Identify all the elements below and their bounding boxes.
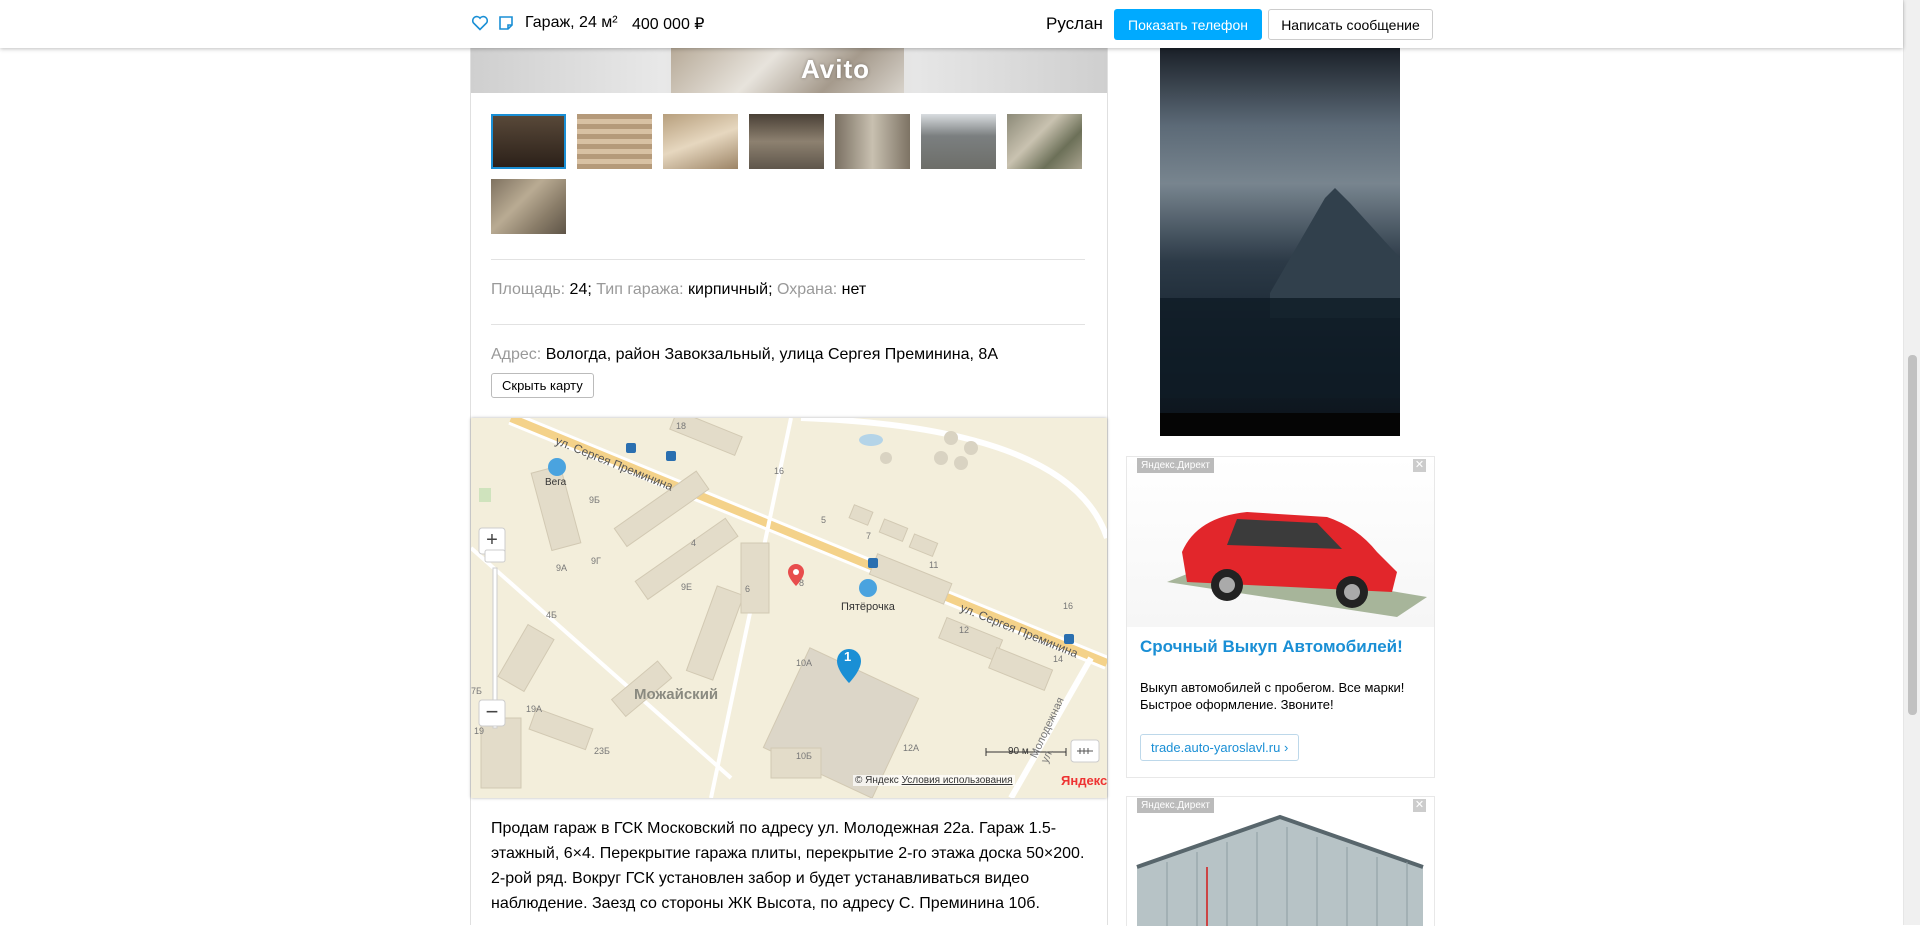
zoom-slider-handle[interactable] <box>484 549 506 563</box>
map-copyright-text: © Яндекс <box>855 775 899 786</box>
red-car-image <box>1167 512 1427 617</box>
show-phone-button[interactable]: Показать телефон <box>1114 9 1262 40</box>
listing-params: Площадь: 24; Тип гаража: кирпичный; Охра… <box>491 281 867 298</box>
map-building-number: 7Б <box>471 686 482 696</box>
yandex-map[interactable]: + − ул. Сергея Преминина ул. Сергея Прем… <box>471 418 1107 798</box>
scrollbar-thumb[interactable] <box>1908 355 1917 715</box>
map-building-number: 12А <box>903 743 920 753</box>
address-value: Вологда, район Завокзальный, улица Серге… <box>545 346 998 363</box>
map-building-number: 9Е <box>681 582 693 592</box>
map-district-label: Можайский <box>634 686 719 703</box>
guard-value: нет <box>841 281 867 298</box>
sticky-header-inner: Гараж, 24 м² 400 000 ₽ Руслан Показать т… <box>471 0 1433 48</box>
yandex-direct-ad[interactable]: Яндекс.Директ ✕ Срочный Выкуп Автомобиле… <box>1126 456 1435 778</box>
close-icon[interactable]: ✕ <box>1413 459 1426 472</box>
map-building-number: 10А <box>796 658 813 668</box>
thumbnail[interactable] <box>921 114 996 169</box>
type-value: кирпичный <box>688 281 769 298</box>
seller-name[interactable]: Руслан <box>1046 14 1103 34</box>
map-building-number: 5 <box>821 515 827 525</box>
map-building-number: 16 <box>774 466 785 476</box>
map-building-number: 19А <box>526 704 543 714</box>
garage-image <box>1136 814 1424 926</box>
divider <box>491 259 1085 260</box>
map-building-number: 14 <box>1053 654 1064 664</box>
area-value: 24 <box>569 281 588 298</box>
map-building-number: 19 <box>474 726 485 736</box>
close-icon[interactable]: ✕ <box>1413 799 1426 812</box>
yandex-direct-ad[interactable]: Яндекс.Директ ✕ <box>1126 796 1435 926</box>
listing-title: Гараж, 24 м² <box>525 14 618 31</box>
favorite-heart-icon[interactable] <box>471 14 489 32</box>
map-building-number: 16 <box>1063 601 1074 611</box>
guard-label: Охрана: <box>776 281 838 298</box>
address-line: Адрес: Вологда, район Завокзальный, улиц… <box>491 346 998 364</box>
map-building-number: 8 <box>799 578 805 588</box>
area-label: Площадь: <box>491 281 566 298</box>
map-building-number: 11 <box>929 560 939 570</box>
map-building-number: 10Б <box>796 751 812 761</box>
video-landscape-illustration <box>1160 188 1400 436</box>
ad-label: Яндекс.Директ <box>1137 798 1214 813</box>
map-building-number: 4 <box>691 538 697 548</box>
svg-text:−: − <box>486 699 499 724</box>
map-building-number: 9Г <box>591 556 601 566</box>
map-cluster-count[interactable]: 1 <box>844 649 851 664</box>
map-poi-label: Вега <box>545 477 567 488</box>
sidebar-video-ad[interactable] <box>1160 48 1400 436</box>
map-building-number: 4Б <box>546 610 557 620</box>
map-building-number: 6 <box>745 584 751 594</box>
map-copyright: © Яндекс Условия использования <box>853 775 1015 786</box>
map-building-number: 18 <box>676 421 687 431</box>
map-building-number: 23Б <box>594 746 610 756</box>
map-canvas[interactable]: + − <box>471 418 1107 798</box>
thumbnail[interactable] <box>577 114 652 169</box>
map-terms-link[interactable]: Условия использования <box>902 775 1013 786</box>
avito-watermark: Avito <box>801 54 871 84</box>
write-message-button[interactable]: Написать сообщение <box>1268 9 1433 40</box>
map-poi-label: Пятёрочка <box>841 601 895 613</box>
thumbnail[interactable] <box>835 114 910 169</box>
map-scale-label: 90 м <box>1008 746 1029 757</box>
thumbnail[interactable] <box>491 179 566 234</box>
divider <box>491 324 1085 325</box>
ad-link[interactable]: trade.auto-yaroslavl.ru › <box>1140 734 1300 761</box>
address-label: Адрес: <box>491 346 542 363</box>
ad-image <box>1127 457 1434 627</box>
sticky-header: Гараж, 24 м² 400 000 ₽ Руслан Показать т… <box>0 0 1903 48</box>
yandex-logo: Яндекс <box>1061 773 1107 788</box>
type-label: Тип гаража: <box>596 281 684 298</box>
thumbnail[interactable] <box>663 114 738 169</box>
ad-title[interactable]: Срочный Выкуп Автомобилей! <box>1140 637 1403 657</box>
page-scrollbar[interactable] <box>1903 0 1920 925</box>
ad-label: Яндекс.Директ <box>1137 458 1214 473</box>
listing-main-column: Avito Площадь: 24; Тип гаража: кирпичный… <box>470 48 1108 925</box>
map-building-number: 9Б <box>589 495 600 505</box>
map-building-number: 7 <box>866 531 872 541</box>
thumbnail[interactable] <box>749 114 824 169</box>
svg-text:+: + <box>486 529 498 551</box>
hide-map-button[interactable]: Скрыть карту <box>491 373 594 398</box>
listing-price: 400 000 ₽ <box>632 16 705 33</box>
thumbnail[interactable] <box>1007 114 1082 169</box>
main-photo[interactable]: Avito <box>471 48 1107 93</box>
ad-text: Выкуп автомобилей с пробегом. Все марки!… <box>1140 680 1405 712</box>
thumbnail[interactable] <box>491 114 566 169</box>
listing-description: Продам гараж в ГСК Московский по адресу … <box>491 820 1085 912</box>
map-building-number: 12 <box>959 625 970 635</box>
map-building-number: 9А <box>556 563 568 573</box>
note-icon[interactable] <box>497 14 515 32</box>
